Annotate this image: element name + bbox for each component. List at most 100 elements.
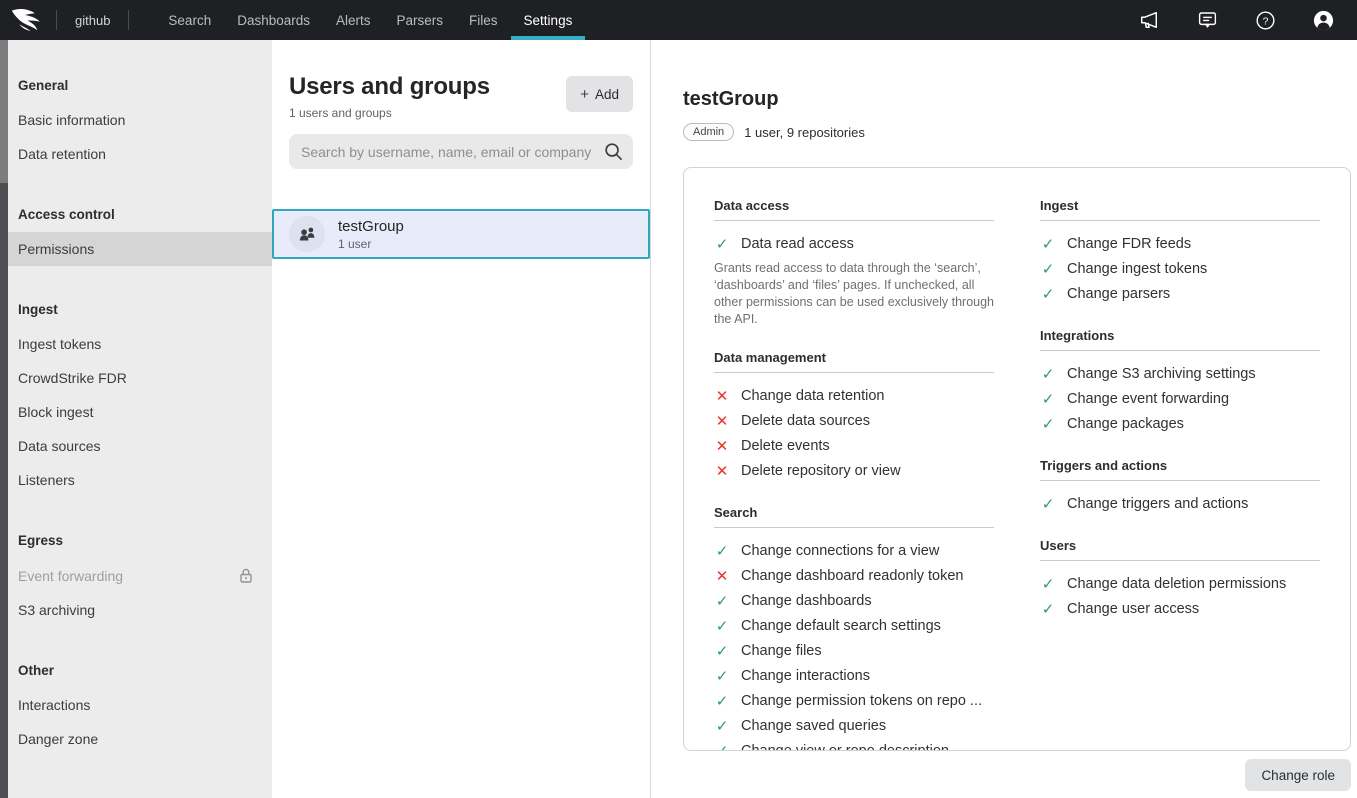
permission-item: ✓ Change interactions [714,663,994,688]
section-title: Ingest [1040,198,1320,221]
cross-icon: ✕ [714,387,730,405]
page-subtitle: 1 users and groups [289,106,490,120]
permission-item: ✓ Change triggers and actions [1040,491,1320,516]
nav-tabs: Search Dashboards Alerts Parsers Files S… [155,0,585,40]
check-icon: ✓ [714,617,730,635]
check-icon: ✓ [1040,415,1056,433]
search-input[interactable] [289,134,633,169]
group-people-icon [289,216,325,252]
check-icon: ✓ [1040,260,1056,278]
section-title: Triggers and actions [1040,458,1320,481]
sidebar-item-label: Event forwarding [18,568,123,584]
sidebar-section-other: Other [0,655,272,686]
sidebar-item-data-sources[interactable]: Data sources [0,429,272,463]
check-icon: ✓ [1040,600,1056,618]
user-avatar-icon[interactable] [1311,8,1335,32]
section-users: Users ✓ Change data deletion permissions… [1040,538,1320,621]
permissions-column-left: Data access ✓ Data read access Grants re… [714,198,994,720]
check-icon: ✓ [1040,575,1056,593]
sidebar-item-crowdstrike-fdr[interactable]: CrowdStrike FDR [0,361,272,395]
sidebar-section-general: General [0,70,272,101]
svg-text:?: ? [1262,15,1268,27]
permission-item: ✓ Change data deletion permissions [1040,571,1320,596]
page-title: Users and groups [289,73,490,101]
permission-item: ✕ Delete repository or view [714,458,994,483]
group-detail-meta: 1 user, 9 repositories [744,125,865,140]
check-icon: ✓ [1040,390,1056,408]
sidebar-item-interactions[interactable]: Interactions [0,688,272,722]
sidebar-item-data-retention[interactable]: Data retention [0,137,272,171]
add-button[interactable]: + Add [566,76,633,112]
permission-item: ✓ Change files [714,638,994,663]
check-icon: ✓ [714,717,730,735]
section-title: Data management [714,350,994,373]
section-integrations: Integrations ✓ Change S3 archiving setti… [1040,328,1320,436]
cross-icon: ✕ [714,567,730,585]
tab-settings[interactable]: Settings [511,0,586,40]
tab-files[interactable]: Files [456,0,511,40]
sidebar-scrollbar-thumb[interactable] [0,40,8,183]
check-icon: ✓ [714,642,730,660]
tab-dashboards[interactable]: Dashboards [224,0,323,40]
feedback-chat-icon[interactable] [1195,8,1219,32]
section-title: Search [714,505,994,528]
group-meta: 1 user [338,237,404,251]
permissions-card: Data access ✓ Data read access Grants re… [683,167,1351,751]
lock-icon [238,567,254,584]
tab-alerts[interactable]: Alerts [323,0,384,40]
section-title: Integrations [1040,328,1320,351]
permission-item: ✓ Change connections for a view [714,538,994,563]
tab-search[interactable]: Search [155,0,224,40]
permission-item: ✓ Change S3 archiving settings [1040,361,1320,386]
crowdstrike-falcon-logo[interactable] [0,0,56,40]
change-role-button[interactable]: Change role [1245,759,1351,791]
sidebar-section-egress: Egress [0,525,272,556]
cross-icon: ✕ [714,462,730,480]
permission-item: ✕ Change dashboard readonly token [714,563,994,588]
sidebar-item-listeners[interactable]: Listeners [0,463,272,497]
sidebar-section-access-control: Access control [0,199,272,230]
check-icon: ✓ [714,742,730,752]
sidebar-item-basic-information[interactable]: Basic information [0,103,272,137]
permission-item: ✓ Change dashboards [714,588,994,613]
permission-item: ✓ Change event forwarding [1040,386,1320,411]
plus-icon: + [580,86,589,103]
permission-item: ✓ Change packages [1040,411,1320,436]
sidebar-item-permissions[interactable]: Permissions [0,232,272,266]
users-groups-panel: Users and groups 1 users and groups + Ad… [272,40,651,798]
check-icon: ✓ [714,692,730,710]
sidebar-item-block-ingest[interactable]: Block ingest [0,395,272,429]
group-list-item-testgroup[interactable]: testGroup 1 user [272,209,650,259]
section-ingest: Ingest ✓ Change FDR feeds ✓ Change inges… [1040,198,1320,306]
repo-name[interactable]: github [57,13,128,28]
check-icon: ✓ [714,667,730,685]
sidebar-item-event-forwarding: Event forwarding [0,558,272,593]
check-icon: ✓ [1040,235,1056,253]
permission-description: Grants read access to data through the ‘… [714,260,994,328]
permission-item: ✓ Change view or repo description [714,738,994,751]
permission-item: ✓ Change ingest tokens [1040,256,1320,281]
divider [128,10,129,30]
search-box [289,134,633,169]
help-icon[interactable]: ? [1253,8,1277,32]
permission-item: ✓ Change FDR feeds [1040,231,1320,256]
permission-item: ✕ Delete data sources [714,408,994,433]
sidebar-item-s3-archiving[interactable]: S3 archiving [0,593,272,627]
permission-item: ✓ Change default search settings [714,613,994,638]
permissions-column-right: Ingest ✓ Change FDR feeds ✓ Change inges… [1040,198,1320,720]
permission-item: ✓ Change permission tokens on repo ... [714,688,994,713]
sidebar-scrollbar[interactable] [0,40,8,798]
permission-item: ✓ Change saved queries [714,713,994,738]
group-detail-title: testGroup [683,88,1351,111]
permission-item: ✓ Change parsers [1040,281,1320,306]
nav-right-icons: ? [1137,0,1357,40]
settings-sidebar: General Basic information Data retention… [0,40,272,798]
sidebar-item-danger-zone[interactable]: Danger zone [0,722,272,756]
sidebar-item-ingest-tokens[interactable]: Ingest tokens [0,327,272,361]
sidebar-section-ingest: Ingest [0,294,272,325]
announcements-megaphone-icon[interactable] [1137,8,1161,32]
role-badge: Admin [683,123,734,141]
permission-item: ✓ Change user access [1040,596,1320,621]
tab-parsers[interactable]: Parsers [384,0,457,40]
search-icon [603,141,624,167]
